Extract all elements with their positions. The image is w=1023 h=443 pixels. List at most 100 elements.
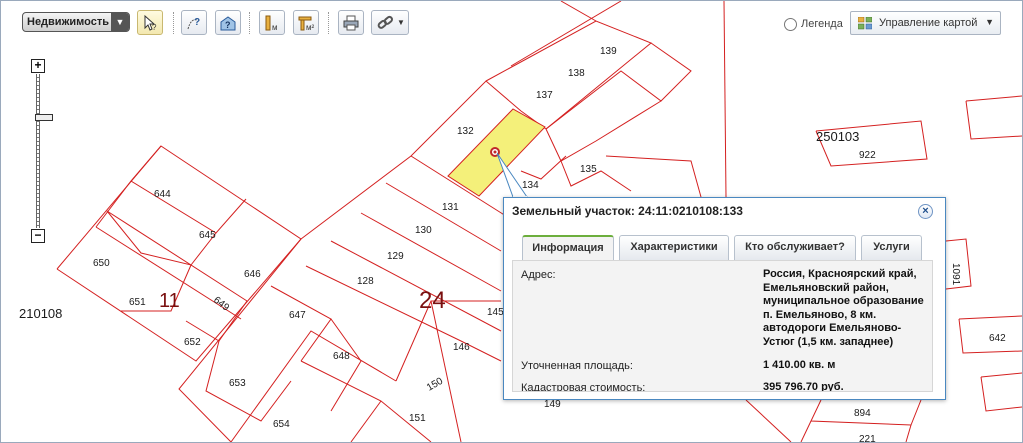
map-boundary-line <box>305 265 502 362</box>
toolbar-separator <box>173 12 175 34</box>
zoom-in-button[interactable]: + <box>31 59 45 73</box>
svg-text:м²: м² <box>306 23 315 32</box>
popup-title: Земельный участок: 24:11:0210108:133 <box>512 204 743 218</box>
parcel-label: 135 <box>580 164 597 175</box>
district-label: 210108 <box>19 306 62 321</box>
cost-label: Кадастровая стоимость: <box>521 382 646 392</box>
parcel-label: 651 <box>129 297 146 308</box>
parcel-label: 648 <box>333 351 350 362</box>
map-window: 139 138 137 132 135 134 131 130 129 128 … <box>0 0 1023 443</box>
map-toolbar: Недвижимость ▼ ? ? ? м м² ▼ Легенда Упра… <box>1 1 1022 43</box>
parcel-label: 652 <box>184 337 201 348</box>
legend-checkbox[interactable] <box>784 17 797 31</box>
svg-text:м: м <box>272 23 278 32</box>
zoom-slider-track[interactable] <box>35 74 53 228</box>
map-boundary-line <box>545 70 662 162</box>
measure-length-icon: м <box>265 15 278 32</box>
map-boundary-line <box>330 318 362 412</box>
measure-length-button[interactable]: м <box>259 10 285 35</box>
parcel-label: 1091 <box>950 263 961 286</box>
tab-characteristics[interactable]: Характеристики <box>619 235 729 260</box>
link-button[interactable]: ▼ <box>371 10 409 35</box>
map-boundary-line <box>205 340 292 422</box>
map-boundary-line <box>385 182 502 252</box>
print-icon <box>343 15 359 30</box>
parcel-label: 130 <box>415 225 432 236</box>
parcel-label: 654 <box>273 419 290 430</box>
map-boundary-line <box>56 145 302 362</box>
parcel-label: 647 <box>289 310 306 321</box>
legend-toggle[interactable]: Легенда <box>784 15 843 33</box>
map-boundary-line <box>270 285 332 362</box>
parcel-label: 150 <box>425 376 445 394</box>
print-button[interactable] <box>338 10 364 35</box>
map-boundary-line <box>800 420 812 442</box>
address-label: Адрес: <box>521 269 556 281</box>
map-boundary-line <box>605 155 702 198</box>
popup-tabs: Информация Характеристики Кто обслуживае… <box>522 235 932 261</box>
parcel-label: 138 <box>568 68 585 79</box>
map-boundary-line <box>958 315 1022 320</box>
district-label: 250103 <box>816 129 859 144</box>
parcel-label: 645 <box>199 230 216 241</box>
map-boundary-line <box>650 42 692 102</box>
map-boundary-line <box>395 300 501 382</box>
address-value: Россия, Красноярский край, Емельяновский… <box>763 268 924 348</box>
map-boundary-line <box>965 100 1022 140</box>
map-boundary-line <box>980 376 1022 412</box>
map-boundary-line <box>300 360 432 442</box>
chevron-down-icon: ▼ <box>111 13 129 31</box>
map-boundary-line <box>230 330 397 442</box>
measure-area-button[interactable]: м² <box>293 10 319 35</box>
parcel-label: 137 <box>536 90 553 101</box>
svg-text:?: ? <box>194 17 200 28</box>
svg-text:?: ? <box>225 20 231 30</box>
map-control-dropdown[interactable]: Управление картой ▼ <box>850 11 1001 35</box>
route-info-icon: ? <box>187 17 200 29</box>
parcel-info-popup: Земельный участок: 24:11:0210108:133 × И… <box>503 197 946 400</box>
toolbar-separator <box>328 12 330 34</box>
parcel-label: 653 <box>229 378 246 389</box>
tab-who-serves[interactable]: Кто обслуживает? <box>734 235 856 260</box>
parcel-label: 650 <box>93 258 110 269</box>
parcel-label: 149 <box>544 399 561 410</box>
parcel-label: 131 <box>442 202 459 213</box>
block-label: 11 <box>159 290 180 312</box>
grid-icon <box>858 17 872 30</box>
parcel-label: 151 <box>409 413 426 424</box>
legend-label: Легенда <box>801 18 843 30</box>
zoom-slider-handle[interactable] <box>35 114 53 121</box>
category-select[interactable]: Недвижимость ▼ <box>22 12 130 32</box>
chevron-down-icon: ▼ <box>985 17 994 27</box>
map-boundary-line <box>130 145 247 234</box>
toolbar-separator <box>249 12 251 34</box>
parcel-label: 146 <box>453 342 470 353</box>
parcel-label: 894 <box>854 408 871 419</box>
popup-content[interactable]: Адрес: Россия, Красноярский край, Емелья… <box>512 260 933 392</box>
link-icon <box>377 15 393 29</box>
parcel-label: 139 <box>600 46 617 57</box>
tab-services[interactable]: Услуги <box>861 235 922 260</box>
zoom-out-button[interactable]: − <box>31 229 45 243</box>
close-icon[interactable]: × <box>918 204 933 219</box>
map-boundary-line <box>980 372 1022 378</box>
parcel-label: 129 <box>387 251 404 262</box>
area-label: Уточненная площадь: <box>521 360 633 372</box>
svg-text:?: ? <box>152 23 157 32</box>
parcel-label: 132 <box>457 126 474 137</box>
parcel-label: 642 <box>989 333 1006 344</box>
map-boundary-line <box>430 300 462 442</box>
pointer-info-button[interactable]: ? <box>137 10 163 35</box>
area-info-icon: ? <box>220 15 236 30</box>
area-value: 1 410.00 кв. м <box>763 359 836 371</box>
parcel-label: 221 <box>859 434 876 442</box>
map-boundary-line <box>106 210 248 302</box>
parcel-label: 128 <box>357 276 374 287</box>
tab-information[interactable]: Информация <box>522 235 614 260</box>
measure-area-icon: м² <box>298 16 315 32</box>
parcel-label: 145 <box>487 307 504 318</box>
parcel-label: 922 <box>859 150 876 161</box>
route-info-button[interactable]: ? <box>181 10 207 35</box>
area-info-button[interactable]: ? <box>215 10 241 35</box>
parcel-label: 644 <box>154 189 171 200</box>
